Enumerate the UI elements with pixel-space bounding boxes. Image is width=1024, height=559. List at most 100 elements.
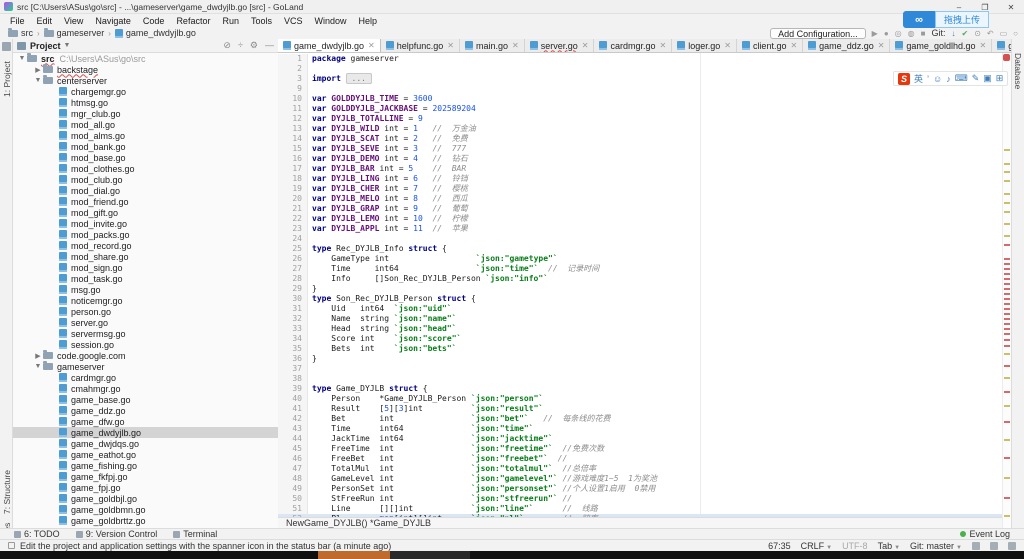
tab-close-icon[interactable]: ✕ bbox=[790, 41, 797, 50]
error-stripe-mark[interactable] bbox=[1004, 318, 1010, 320]
code-line[interactable]: 13var DYJLB_WILD int = 1 // 万金油 bbox=[278, 124, 1011, 134]
tree-row[interactable]: ▶backstage bbox=[13, 64, 278, 75]
error-stripe-mark[interactable] bbox=[1004, 377, 1010, 379]
tree-row[interactable]: ▶code.google.com bbox=[13, 350, 278, 361]
toolwindow-version-control[interactable]: 9: Version Control bbox=[76, 529, 158, 539]
tree-row[interactable]: game_dwdyjlb.go bbox=[13, 427, 278, 438]
error-stripe-mark[interactable] bbox=[1004, 308, 1010, 310]
tree-row[interactable]: session.go bbox=[13, 339, 278, 350]
code-line[interactable]: 47 TotalMul int `json:"totalmul"` //总倍率 bbox=[278, 464, 1011, 474]
editor-tab-game_dwdyjlb-go[interactable]: game_dwdyjlb.go✕ bbox=[278, 39, 381, 52]
tree-row[interactable]: mod_base.go bbox=[13, 152, 278, 163]
tree-row[interactable]: mod_alms.go bbox=[13, 130, 278, 141]
error-stripe-mark[interactable] bbox=[1004, 457, 1010, 459]
editor-tab-loger-go[interactable]: loger.go✕ bbox=[672, 39, 737, 52]
emoji-icon[interactable]: ☺ bbox=[933, 74, 942, 84]
code-line[interactable]: 39type Game_DYJLB struct { bbox=[278, 384, 1011, 394]
menu-item-window[interactable]: Window bbox=[309, 16, 353, 26]
error-stripe-mark[interactable] bbox=[1004, 328, 1010, 330]
code-line[interactable]: 26 GameType int `json:"gametype"` bbox=[278, 254, 1011, 264]
code-line[interactable]: 33 Head string `json:"head"` bbox=[278, 324, 1011, 334]
code-line[interactable]: 49 PersonSet int `json:"personset"` //个人… bbox=[278, 484, 1011, 494]
menu-item-refactor[interactable]: Refactor bbox=[170, 16, 216, 26]
menu-item-file[interactable]: File bbox=[4, 16, 31, 26]
editor-tab-main-go[interactable]: main.go✕ bbox=[460, 39, 525, 52]
tree-row[interactable]: game_goldbmn.go bbox=[13, 504, 278, 515]
tab-close-icon[interactable]: ✕ bbox=[582, 41, 589, 50]
tree-row[interactable]: mod_all.go bbox=[13, 119, 278, 130]
editor-tab-server-go[interactable]: server.go✕ bbox=[525, 39, 595, 52]
expand-arrow-icon[interactable]: ▶ bbox=[33, 66, 43, 74]
spanner-icon[interactable] bbox=[990, 542, 998, 550]
tree-row[interactable]: mod_task.go bbox=[13, 273, 278, 284]
error-stripe-mark[interactable] bbox=[1004, 244, 1010, 246]
code-line[interactable]: 20var DYJLB_MELO int = 8 // 西瓜 bbox=[278, 194, 1011, 204]
editor-tab-client-go[interactable]: client.go✕ bbox=[737, 39, 803, 52]
tree-row[interactable]: game_fkfpj.go bbox=[13, 471, 278, 482]
tree-row[interactable]: mod_club.go bbox=[13, 174, 278, 185]
upload-overlay-label[interactable]: 拖拽上传 bbox=[935, 11, 989, 28]
code-line[interactable]: 16var DYJLB_DEMO int = 4 // 钻石 bbox=[278, 154, 1011, 164]
update-project-icon[interactable]: ↓ bbox=[951, 29, 955, 38]
error-stripe-mark[interactable] bbox=[1004, 263, 1010, 265]
error-stripe-mark[interactable] bbox=[1004, 421, 1010, 423]
tree-row[interactable]: mgr_club.go bbox=[13, 108, 278, 119]
sogou-logo-icon[interactable]: S bbox=[898, 73, 910, 85]
tree-row[interactable]: mod_dial.go bbox=[13, 185, 278, 196]
tab-close-icon[interactable]: ✕ bbox=[878, 41, 885, 50]
error-stripe-mark[interactable] bbox=[1004, 171, 1010, 173]
taskbar-app-orange[interactable] bbox=[318, 551, 390, 559]
code-line[interactable]: 35 Bets int `json:"bets"` bbox=[278, 344, 1011, 354]
taskbar-app-gray[interactable] bbox=[390, 551, 470, 559]
error-stripe-mark[interactable] bbox=[1004, 405, 1010, 407]
code-line[interactable]: 22var DYJLB_LEMO int = 10 // 柠檬 bbox=[278, 214, 1011, 224]
stop-icon[interactable]: ■ bbox=[921, 29, 926, 38]
tab-close-icon[interactable]: ✕ bbox=[724, 41, 731, 50]
handwriting-icon[interactable]: ✎ bbox=[972, 73, 980, 84]
error-stripe-mark[interactable] bbox=[1004, 303, 1010, 305]
error-stripe-mark[interactable] bbox=[1004, 515, 1010, 517]
code-line[interactable]: 24 bbox=[278, 234, 1011, 244]
error-stripe-mark[interactable] bbox=[1004, 163, 1010, 165]
tree-row[interactable]: msg.go bbox=[13, 284, 278, 295]
menu-item-run[interactable]: Run bbox=[216, 16, 245, 26]
expand-arrow-icon[interactable]: ▶ bbox=[33, 352, 43, 360]
add-configuration-button[interactable]: Add Configuration... bbox=[770, 28, 866, 39]
code-line[interactable]: 25type Rec_DYJLB_Info struct { bbox=[278, 244, 1011, 254]
code-line[interactable]: 1package gameserver bbox=[278, 54, 1011, 64]
code-line[interactable]: 44 JackTime int64 `json:"jacktime"` bbox=[278, 434, 1011, 444]
code-line[interactable]: 27 Time int64 `json:"time"` // 记录时间 bbox=[278, 264, 1011, 274]
code-line[interactable]: 43 Time int64 `json:"time"` bbox=[278, 424, 1011, 434]
tree-row[interactable]: mod_bank.go bbox=[13, 141, 278, 152]
menu-item-edit[interactable]: Edit bbox=[31, 16, 59, 26]
error-stripe-mark[interactable] bbox=[1004, 365, 1010, 367]
voice-input-icon[interactable]: ♪ bbox=[946, 74, 951, 84]
code-line[interactable]: 42 Bet int `json:"bet"` // 每条线的花费 bbox=[278, 414, 1011, 424]
code-line[interactable]: 46 FreeBet int `json:"freebet"` // bbox=[278, 454, 1011, 464]
error-stripe-mark[interactable] bbox=[1004, 339, 1010, 341]
soft-keyboard-icon[interactable]: ⌨ bbox=[955, 73, 968, 84]
code-line[interactable]: 41 Result [5][3]int `json:"result"` bbox=[278, 404, 1011, 414]
tree-row[interactable]: mod_sign.go bbox=[13, 262, 278, 273]
error-stripe-mark[interactable] bbox=[1004, 193, 1010, 195]
error-stripe-mark[interactable] bbox=[1004, 439, 1010, 441]
code-line[interactable]: 48 GameLevel int `json:"gamelevel"` //游戏… bbox=[278, 474, 1011, 484]
code-line[interactable]: 21var DYJLB_GRAP int = 9 // 葡萄 bbox=[278, 204, 1011, 214]
error-stripe-mark[interactable] bbox=[1004, 298, 1010, 300]
error-stripe-mark[interactable] bbox=[1004, 313, 1010, 315]
tree-row[interactable]: cardmgr.go bbox=[13, 372, 278, 383]
error-stripe-mark[interactable] bbox=[1004, 333, 1010, 335]
coverage-icon[interactable]: ◎ bbox=[895, 29, 902, 38]
error-stripe-mark[interactable] bbox=[1004, 293, 1010, 295]
layout-icon[interactable]: ▭ bbox=[1000, 29, 1008, 38]
tree-row[interactable]: mod_gift.go bbox=[13, 207, 278, 218]
tab-close-icon[interactable]: ✕ bbox=[447, 41, 454, 50]
project-panel-title[interactable]: Project bbox=[30, 41, 61, 51]
code-area[interactable]: 1package gameserver23import ... 910var G… bbox=[278, 54, 1011, 524]
line-ending-widget[interactable]: CRLF▼ bbox=[801, 541, 832, 551]
error-stripe-mark[interactable] bbox=[1004, 278, 1010, 280]
error-stripe-mark[interactable] bbox=[1004, 268, 1010, 270]
tree-row[interactable]: game_eathot.go bbox=[13, 449, 278, 460]
indent-widget[interactable]: Tab▼ bbox=[878, 541, 900, 551]
code-line[interactable]: 14var DYJLB_SCAT int = 2 // 免费 bbox=[278, 134, 1011, 144]
